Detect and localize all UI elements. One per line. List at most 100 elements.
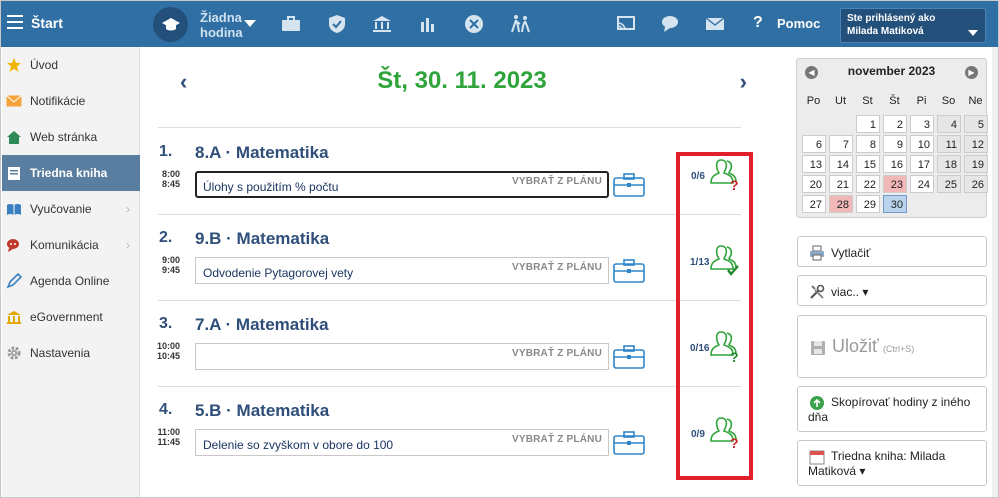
class-book-owner-button[interactable]: Triedna kniha: Milada Matiková ▾ — [797, 440, 987, 486]
user-menu-caption: Ste prihlásený ako — [847, 13, 936, 24]
briefcase-icon[interactable] — [613, 173, 645, 197]
briefcase-icon[interactable] — [613, 431, 645, 455]
calendar-day[interactable]: 29 — [856, 195, 880, 213]
calendar-day[interactable]: 10 — [910, 135, 934, 153]
calendar-day[interactable]: 7 — [829, 135, 853, 153]
calendar-day[interactable]: 16 — [883, 155, 907, 173]
select-from-plan-link[interactable]: VYBRAŤ Z PLÁNU — [512, 348, 602, 359]
calendar-day[interactable]: 19 — [964, 155, 988, 173]
sidebar-item-egovernment[interactable]: eGovernment — [2, 299, 140, 335]
sidebar-item-nastavenia[interactable]: Nastavenia — [2, 335, 140, 371]
calendar-day[interactable]: 23 — [883, 175, 907, 193]
no-entry-icon[interactable] — [463, 13, 485, 35]
sidebar-item-komunikacia[interactable]: Komunikácia › — [2, 227, 140, 263]
lesson-time: 11:00 11:45 — [157, 427, 180, 447]
copy-lessons-label-cont: dňa — [808, 410, 829, 424]
calendar-day[interactable]: 25 — [937, 175, 961, 193]
floppy-disk-icon — [810, 340, 826, 356]
calendar-weekday: Št — [889, 95, 900, 107]
calendar-day[interactable]: 14 — [829, 155, 853, 173]
lesson-topic-input[interactable]: Delenie so zvyškom v obore do 100 VYBRAŤ… — [195, 429, 609, 456]
calendar-day[interactable]: 13 — [802, 155, 826, 173]
briefcase-icon[interactable] — [613, 259, 645, 283]
scrollbar[interactable] — [992, 47, 998, 497]
sidebar-item-notifikacie[interactable]: Notifikácie — [2, 83, 140, 119]
top-bar: Štart Žiadna hodina ? Pomoc Ste prihláse… — [1, 1, 998, 47]
lesson-topic-input[interactable]: Úlohy s použitím % počtu VYBRAŤ Z PLÁNU — [195, 171, 609, 198]
next-day-button[interactable]: › — [740, 69, 747, 95]
calendar-day[interactable]: 17 — [910, 155, 934, 173]
briefcase-icon[interactable] — [613, 345, 645, 369]
calendar-day[interactable]: 20 — [802, 175, 826, 193]
more-label: viac.. ▾ — [831, 285, 869, 299]
calendar-day[interactable]: 27 — [802, 195, 826, 213]
calendar-day[interactable]: 2 — [883, 115, 907, 133]
calendar-day[interactable]: 5 — [964, 115, 988, 133]
briefcase-icon[interactable] — [280, 13, 302, 35]
cast-icon[interactable] — [615, 13, 637, 35]
institution-icon[interactable] — [371, 13, 393, 35]
sidebar-item-label: Nastavenia — [30, 346, 91, 360]
save-button[interactable]: Uložiť (Ctrl+S) — [797, 315, 987, 378]
select-from-plan-link[interactable]: VYBRAŤ Z PLÁNU — [512, 176, 602, 187]
lesson-time: 9:00 9:45 — [161, 255, 180, 275]
lesson-title[interactable]: 5.B · Matematika — [195, 401, 329, 421]
mail-icon[interactable] — [704, 13, 726, 35]
calendar-day[interactable]: 11 — [937, 135, 961, 153]
shield-check-icon[interactable] — [326, 13, 348, 35]
select-from-plan-link[interactable]: VYBRAŤ Z PLÁNU — [512, 434, 602, 445]
more-button[interactable]: viac.. ▾ — [797, 275, 987, 306]
lesson-title[interactable]: 9.B · Matematika — [195, 229, 329, 249]
sidebar-item-web-stranka[interactable]: Web stránka — [2, 119, 140, 155]
calendar-day[interactable]: 28 — [829, 195, 853, 213]
sidebar-item-label: Komunikácia — [30, 238, 99, 252]
class-book-owner-label-cont: Matiková ▾ — [808, 464, 866, 478]
sidebar-item-agenda-online[interactable]: Agenda Online — [2, 263, 140, 299]
user-menu[interactable]: Ste prihlásený ako Milada Matiková — [840, 8, 986, 43]
lesson-topic-input[interactable]: Odvodenie Pytagorovej vety VYBRAŤ Z PLÁN… — [195, 257, 609, 284]
highlight-box — [676, 152, 753, 480]
print-label: Vytlačiť — [831, 246, 871, 260]
sidebar-item-label: eGovernment — [30, 310, 103, 324]
calendar-day[interactable]: 24 — [910, 175, 934, 193]
calendar-day[interactable]: 4 — [937, 115, 961, 133]
lesson-topic-input[interactable]: VYBRAŤ Z PLÁNU — [195, 343, 609, 370]
lesson-selector[interactable]: Žiadna hodina — [200, 10, 243, 40]
calendar-day[interactable]: 9 — [883, 135, 907, 153]
select-from-plan-link[interactable]: VYBRAŤ Z PLÁNU — [512, 262, 602, 273]
lesson-number: 1. — [159, 143, 173, 160]
lesson-title[interactable]: 8.A · Matematika — [195, 143, 329, 163]
next-month-button[interactable]: ▶ — [965, 66, 978, 79]
chevron-down-icon[interactable] — [244, 20, 256, 27]
calendar-day[interactable]: 21 — [829, 175, 853, 193]
calendar-day[interactable]: 26 — [964, 175, 988, 193]
copy-icon — [809, 395, 825, 411]
sidebar-item-uvod[interactable]: Úvod — [2, 47, 140, 83]
help-link[interactable]: Pomoc — [777, 16, 820, 31]
menu-icon[interactable] — [7, 15, 23, 29]
calendar-day[interactable]: 22 — [856, 175, 880, 193]
sidebar-item-vyucovanie[interactable]: Vyučovanie › — [2, 191, 140, 227]
help-icon[interactable]: ? — [753, 14, 763, 32]
calendar-day[interactable]: 1 — [856, 115, 880, 133]
calendar-day[interactable]: 12 — [964, 135, 988, 153]
calendar-day[interactable]: 30 — [883, 195, 907, 213]
start-link[interactable]: Štart — [31, 15, 63, 31]
user-name: Milada Matiková — [847, 26, 924, 37]
bar-chart-icon[interactable] — [417, 13, 439, 35]
sidebar-item-triedna-kniha[interactable]: Triedna kniha — [2, 155, 140, 191]
calendar-day[interactable]: 18 — [937, 155, 961, 173]
graduation-cap-icon[interactable] — [153, 7, 188, 42]
calendar-day[interactable]: 15 — [856, 155, 880, 173]
lesson-title[interactable]: 7.A · Matematika — [195, 315, 329, 335]
chat-icon[interactable] — [660, 13, 682, 35]
calendar-day[interactable]: 8 — [856, 135, 880, 153]
walking-people-icon[interactable] — [509, 13, 531, 35]
mini-calendar: ◀ november 2023 ▶ Po Ut St Št Pi So Ne 1 2 3 4 5 6 7 8… — [796, 58, 988, 218]
calendar-day[interactable]: 6 — [802, 135, 826, 153]
print-button[interactable]: Vytlačiť — [797, 236, 987, 267]
calendar-day[interactable]: 3 — [910, 115, 934, 133]
lesson-row: 1. 8.A · Matematika 8:00 8:45 Úlohy s pou… — [156, 129, 741, 215]
class-book-owner-label: Triedna kniha: Milada — [831, 449, 946, 463]
copy-lessons-button[interactable]: Skopírovať hodiny z iného dňa — [797, 386, 987, 432]
